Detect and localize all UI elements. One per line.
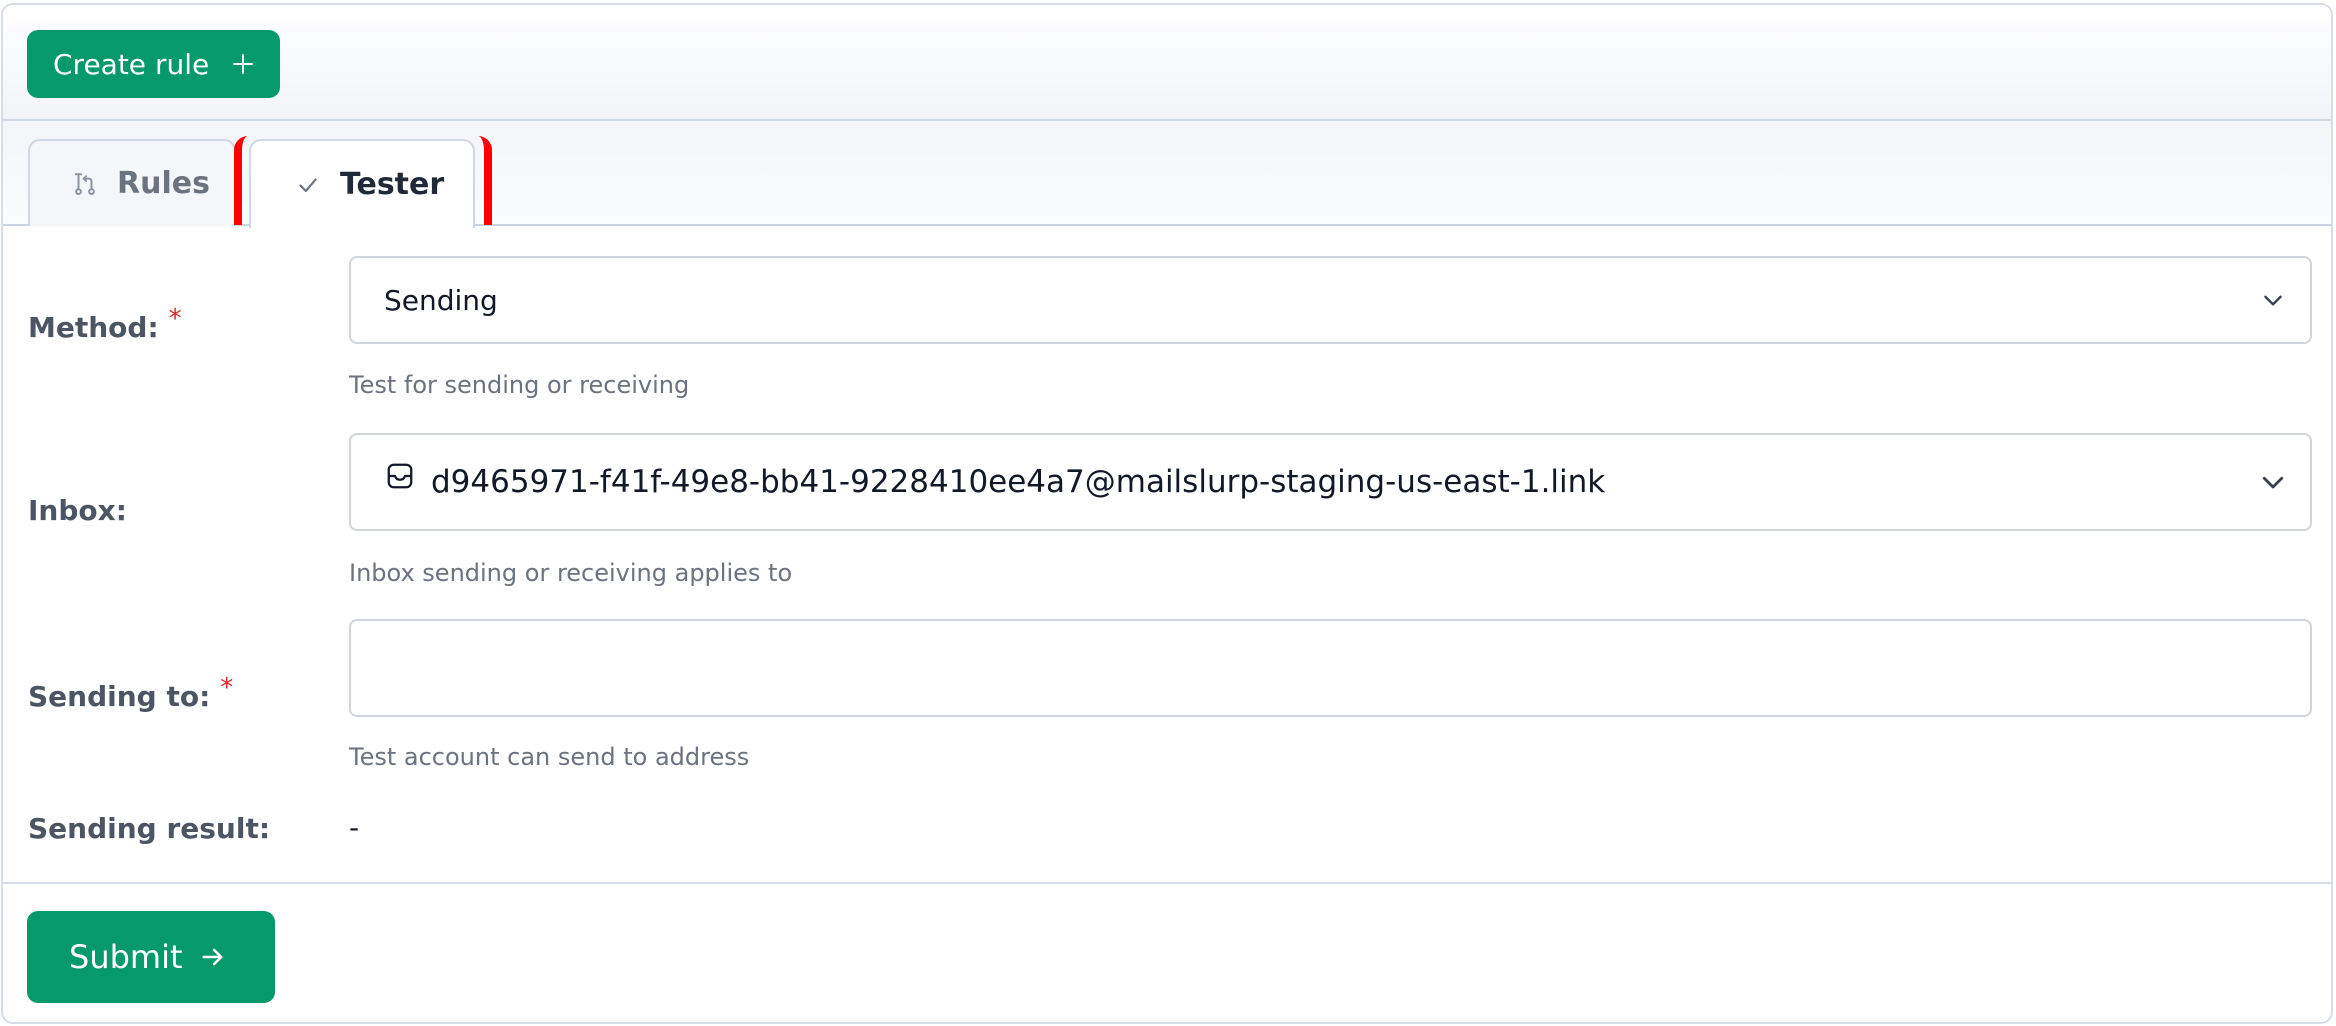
inbox-label-text: Inbox: xyxy=(28,494,127,527)
tab-bar: Rules Tester xyxy=(3,121,2331,228)
tab-tester[interactable]: Tester xyxy=(249,139,475,228)
inbox-label: Inbox: xyxy=(28,494,127,527)
check-icon xyxy=(299,178,317,192)
divider xyxy=(3,882,2331,884)
sending-result-value: - xyxy=(349,811,360,844)
tab-tester-label: Tester xyxy=(340,167,445,202)
inbox-icon xyxy=(387,463,413,489)
required-marker: * xyxy=(168,304,182,334)
arrow-right-icon xyxy=(201,948,222,966)
git-branch-icon xyxy=(74,172,95,195)
tab-rules-label: Rules xyxy=(117,166,210,201)
method-value: Sending xyxy=(384,283,498,317)
submit-button[interactable]: Submit xyxy=(27,911,275,1003)
chevron-down-icon xyxy=(2262,476,2284,489)
create-rule-label: Create rule xyxy=(53,47,210,81)
rule-tester-panel: Create rule Rules Tester Method: * Sendi… xyxy=(1,3,2333,1024)
sending-to-help: Test account can send to address xyxy=(349,743,750,771)
method-label: Method: * xyxy=(28,304,182,344)
inbox-help: Inbox sending or receiving applies to xyxy=(349,559,793,587)
method-label-text: Method: xyxy=(28,311,159,344)
create-rule-button[interactable]: Create rule xyxy=(27,30,280,98)
required-marker: * xyxy=(220,673,234,703)
plus-icon xyxy=(233,54,254,74)
chevron-down-icon xyxy=(2264,295,2282,306)
sending-to-input[interactable] xyxy=(349,619,2312,717)
method-select[interactable]: Sending xyxy=(349,256,2312,344)
sending-to-label-text: Sending to: xyxy=(28,680,211,713)
submit-label: Submit xyxy=(69,938,183,976)
method-help: Test for sending or receiving xyxy=(349,371,690,399)
sending-result-label-text: Sending result: xyxy=(28,812,271,845)
header-bar: Create rule xyxy=(3,5,2331,121)
tab-rules[interactable]: Rules xyxy=(28,139,236,226)
sending-to-label: Sending to: * xyxy=(28,673,233,713)
sending-result-label: Sending result: xyxy=(28,812,270,845)
inbox-select[interactable]: d9465971-f41f-49e8-bb41-9228410ee4a7@mai… xyxy=(349,433,2312,531)
inbox-value: d9465971-f41f-49e8-bb41-9228410ee4a7@mai… xyxy=(431,464,1606,500)
